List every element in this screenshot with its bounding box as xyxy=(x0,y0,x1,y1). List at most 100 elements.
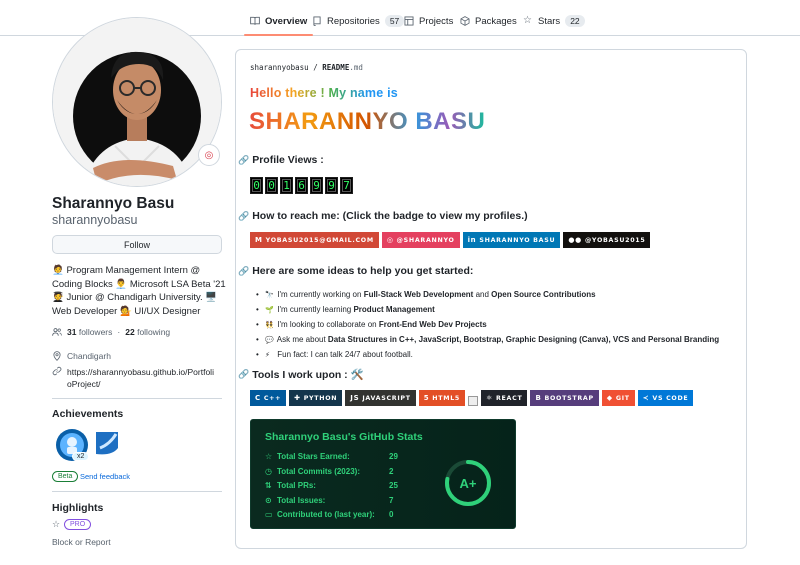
stats-label: Total Commits (2023): xyxy=(277,466,360,476)
badge-label: VS CODE xyxy=(652,394,689,402)
instagram-icon: ◎ xyxy=(386,236,394,244)
badge-yobasu2015[interactable]: ●● @YOBASU2015 xyxy=(563,232,651,248)
divider xyxy=(52,398,222,399)
badge-label: JAVASCRIPT xyxy=(362,394,411,402)
badge-sharannyo[interactable]: ◎ @SHARANNYO xyxy=(381,232,460,248)
counter-digit: 7 xyxy=(340,177,353,194)
profile-username: sharannyobasu xyxy=(52,213,138,227)
anchor-link-icon[interactable]: 🔗 xyxy=(238,211,249,222)
badge-label: @YOBASU2015 xyxy=(584,236,646,244)
name-banner: SHARANNYO BASU xyxy=(249,104,499,141)
stats-row: ☆ Total Stars Earned: 29 xyxy=(265,452,398,461)
crumb-file[interactable]: README xyxy=(322,63,349,72)
stats-label: Total Issues: xyxy=(277,495,326,505)
avatar[interactable] xyxy=(52,17,222,187)
tools-heading: 🔗 Tools I work upon : 🛠️ xyxy=(238,368,364,381)
git-icon: ◆ xyxy=(606,394,613,402)
anchor-link-icon[interactable]: 🔗 xyxy=(238,155,249,166)
tab-projects[interactable]: Projects xyxy=(398,8,459,34)
following-link[interactable]: 22 following xyxy=(125,327,170,337)
stats-title: Sharannyo Basu's GitHub Stats xyxy=(265,431,423,443)
badge-vs-code[interactable]: ≺ VS CODE xyxy=(637,390,694,406)
block-or-report-link[interactable]: Block or Report xyxy=(52,537,111,547)
readme-breadcrumb: sharannyobasu / README.md xyxy=(250,63,363,72)
badge-label: C++ xyxy=(263,394,282,402)
follow-button[interactable]: Follow xyxy=(52,235,222,254)
followers-link[interactable]: 31 followers xyxy=(67,327,112,337)
anchor-link-icon[interactable]: 🔗 xyxy=(238,266,249,277)
ideas-list: 🔭 I'm currently working on Full-Stack We… xyxy=(256,288,719,363)
badge-react[interactable]: ⚛ REACT xyxy=(481,390,528,406)
stars-count: 22 xyxy=(565,15,585,27)
idea-text: I'm looking to collaborate on xyxy=(277,320,379,329)
badge-sharannyo-basu[interactable]: in SHARANNYO BASU xyxy=(462,232,561,248)
tab-repositories[interactable]: Repositories 57 xyxy=(306,8,410,34)
badge-javascript[interactable]: JS JAVASCRIPT xyxy=(345,390,416,406)
badge-label: PYTHON xyxy=(303,394,338,402)
idea-item: ⚡ Fun fact: I can talk 24/7 about footba… xyxy=(256,348,719,363)
hello-banner: Hello there ! My name is xyxy=(250,84,410,105)
heading-text: Profile Views : xyxy=(252,154,324,166)
javascript-icon: JS xyxy=(350,394,360,402)
badge-git[interactable]: ◆ GIT xyxy=(601,390,635,406)
idea-item: 💬 Ask me about Data Structures in C++, J… xyxy=(256,333,719,348)
bootstrap-icon: B xyxy=(535,394,542,402)
stats-row: ⊙ Total Issues: 7 xyxy=(265,496,393,505)
badge-bootstrap[interactable]: B BOOTSTRAP xyxy=(530,390,599,406)
following-label: following xyxy=(137,327,171,337)
counter-digit: 1 xyxy=(280,177,293,194)
divider xyxy=(52,491,222,492)
gmail-icon: M xyxy=(255,236,263,244)
highlights-title: Highlights xyxy=(52,502,104,514)
idea-text: I'm currently learning xyxy=(277,305,354,314)
profile-bio: 🧑‍💼 Program Management Intern @ Coding B… xyxy=(52,265,226,317)
cpp-icon: C xyxy=(255,394,261,402)
idea-emoji: 🌱 xyxy=(265,307,274,314)
location-row: Chandigarh xyxy=(52,351,111,363)
website-link[interactable]: https://sharannyobasu.github.io/Portfoli… xyxy=(67,366,217,390)
reach-badges: M YOBASU2015@GMAIL.COM ◎ @SHARANNYO in SHARAN… xyxy=(250,232,651,248)
ideas-heading: 🔗 Here are some ideas to help you get st… xyxy=(238,265,473,277)
table-icon xyxy=(404,16,414,26)
idea-text: Fun fact: I can talk 24/7 about football… xyxy=(277,350,413,359)
stats-label: Total Stars Earned: xyxy=(277,452,350,461)
package-icon xyxy=(460,16,470,26)
reach-heading: 🔗 How to reach me: (Click the badge to v… xyxy=(238,210,528,222)
idea-bold: Front-End Web Dev Projects xyxy=(378,320,487,329)
badge-label: REACT xyxy=(496,394,523,402)
tab-label: Packages xyxy=(475,15,517,27)
status-target-icon[interactable]: ◎ xyxy=(198,144,220,166)
star-icon: ☆ xyxy=(52,519,61,529)
badge-html5[interactable]: 5 HTML5 xyxy=(418,390,466,406)
tab-label: Overview xyxy=(265,15,308,27)
profile-views-counter: 0016997 xyxy=(250,177,353,194)
badge-yobasu2015-gmail-com[interactable]: M YOBASU2015@GMAIL.COM xyxy=(250,232,379,248)
counter-digit: 9 xyxy=(310,177,323,194)
github-stats-card[interactable]: Sharannyo Basu's GitHub Stats ☆ Total Sta… xyxy=(250,419,516,529)
badge-python[interactable]: ✚ PYTHON xyxy=(289,390,343,406)
stats-row: ▭ Contributed to (last year): 0 xyxy=(265,510,393,519)
followers-count: 31 xyxy=(67,327,77,337)
achievement-badge-pull-shark[interactable] xyxy=(92,428,126,462)
anchor-link-icon[interactable]: 🔗 xyxy=(238,369,249,380)
crumb-separator: / xyxy=(313,63,318,72)
book-icon xyxy=(250,16,260,26)
idea-item: 👯 I'm looking to collaborate on Front-En… xyxy=(256,318,719,333)
location-icon xyxy=(52,351,62,363)
tab-packages[interactable]: Packages xyxy=(454,8,523,34)
followers-row: 31 followers · 22 following xyxy=(52,327,170,339)
idea-emoji: 👯 xyxy=(265,322,274,329)
badge-c[interactable]: C C++ xyxy=(250,390,287,406)
profile-fullname: Sharannyo Basu xyxy=(52,195,175,212)
tab-stars[interactable]: ☆ Stars 22 xyxy=(517,8,591,34)
badge-label: BOOTSTRAP xyxy=(544,394,594,402)
react-icon: ⚛ xyxy=(486,394,493,402)
idea-text: and xyxy=(473,290,492,299)
star-icon: ☆ xyxy=(523,15,532,26)
crumb-user[interactable]: sharannyobasu xyxy=(250,63,309,72)
counter-digit: 0 xyxy=(265,177,278,194)
tab-overview[interactable]: Overview xyxy=(244,8,314,36)
send-feedback-link[interactable]: Send feedback xyxy=(80,472,130,481)
location-text: Chandigarh xyxy=(67,351,111,361)
idea-emoji: 🔭 xyxy=(265,292,274,299)
